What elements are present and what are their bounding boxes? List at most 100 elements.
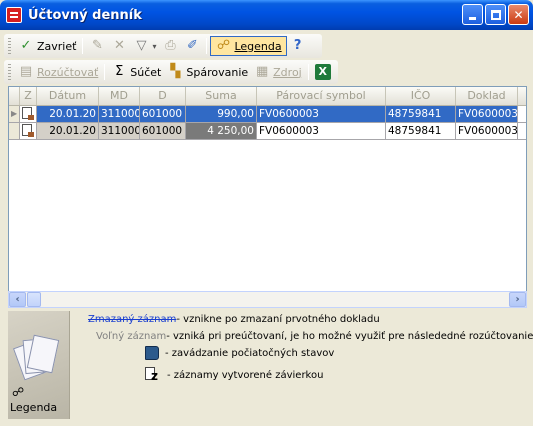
- closing-document-icon: z: [145, 367, 161, 383]
- row-status-cell: [20, 106, 37, 122]
- legend-panel: ☍ Legenda Zmazaný záznam - vznikne po zm…: [8, 311, 533, 419]
- legend-button[interactable]: ☍ Legenda: [210, 36, 287, 56]
- legend-initial-entry: - zavádzanie počiatočných stavov: [145, 346, 334, 360]
- filter-icon: ▽: [136, 38, 147, 53]
- checkmark-icon: ✓: [20, 38, 32, 53]
- book-icon: [145, 346, 159, 360]
- close-window-button[interactable]: ✕: [508, 4, 529, 25]
- sum-icon: Σ: [115, 64, 124, 79]
- cell-suma: 4 250,00: [186, 123, 257, 139]
- toolbar-separator: [307, 64, 309, 80]
- legend-label: Legenda: [234, 39, 282, 53]
- free-term: Voľný záznam: [96, 331, 167, 342]
- column-header-suma[interactable]: Suma: [186, 87, 257, 105]
- title-bar: Účtovný denník ✕: [0, 0, 533, 30]
- toolbar-separator: [82, 38, 84, 54]
- legend-sidebar-label: Legenda: [10, 401, 58, 414]
- cell-d: 601000: [140, 106, 186, 122]
- edit-icon: ✎: [92, 38, 103, 53]
- source-icon: ▦: [255, 64, 269, 79]
- cell-ico: 48759841: [386, 106, 456, 122]
- legend-small-icon: ☍: [12, 385, 25, 399]
- cell-md: 311000: [99, 123, 140, 139]
- deleted-term: Zmazaný záznam: [88, 314, 177, 325]
- pencil-icon: ✐: [187, 38, 198, 53]
- cell-ico: 48759841: [386, 123, 456, 139]
- window-title: Účtovný denník: [28, 7, 142, 23]
- cell-datum: 20.01.20: [37, 123, 99, 139]
- pairing-label: Spárovanie: [186, 65, 249, 79]
- pairing-button[interactable]: ▚ Spárovanie: [164, 62, 251, 82]
- minimize-button[interactable]: [462, 4, 483, 25]
- row-indicator-icon: ▶: [9, 106, 20, 122]
- cell-datum: 20.01.20: [37, 106, 99, 122]
- document-lock-icon: [22, 124, 34, 137]
- minimize-icon: [469, 17, 476, 20]
- split-button[interactable]: ▤ Rozúčtovať: [15, 62, 101, 82]
- maximize-icon: [490, 9, 501, 20]
- column-header-datum[interactable]: Dátum: [37, 87, 99, 105]
- row-indicator-header: [9, 87, 20, 105]
- chevron-down-icon: ▾: [152, 41, 157, 51]
- closing-description: - záznamy vytvorené závierkou: [167, 369, 324, 381]
- edit-button[interactable]: ✎: [86, 36, 108, 56]
- cell-doklad: FV0600003: [456, 123, 518, 139]
- pairing-icon: ▚: [170, 64, 181, 79]
- source-button[interactable]: ▦ Zdroj: [251, 62, 305, 82]
- column-header-md[interactable]: MD: [99, 87, 140, 105]
- cell-doklad: FV0600003: [456, 106, 518, 122]
- table-row[interactable]: 20.01.20 311000 601000 4 250,00 FV060000…: [9, 123, 526, 140]
- grid-header: Z Dátum MD D Suma Párovací symbol IČO Do…: [9, 87, 526, 106]
- window-icon: [6, 7, 22, 23]
- close-label: Zavrieť: [37, 39, 77, 53]
- sum-label: Súčet: [130, 65, 162, 79]
- legend-icon: ☍: [216, 38, 231, 53]
- sum-button[interactable]: Σ Súčet: [108, 62, 164, 82]
- pages-icon: [12, 334, 60, 381]
- toolbar-grip[interactable]: [8, 38, 11, 54]
- legend-free-entry: Voľný záznam - vzniká pri preúčtovaní, j…: [96, 331, 533, 342]
- legend-closing-entry: z - záznamy vytvorené závierkou: [145, 367, 323, 383]
- print-icon: ⎙: [165, 38, 176, 53]
- secondary-toolbar: ▤ Rozúčtovať Σ Súčet ▚ Spárovanie ▦ Zdro…: [4, 60, 338, 84]
- column-header-ico[interactable]: IČO: [386, 87, 456, 105]
- cell-md: 311000: [99, 106, 140, 122]
- delete-icon: ✕: [114, 38, 125, 53]
- cell-parovaci-symbol: FV0600003: [257, 106, 386, 122]
- chevron-left-icon: ‹: [15, 294, 20, 305]
- column-header-z[interactable]: Z: [20, 87, 37, 105]
- close-icon: ✕: [513, 7, 524, 22]
- horizontal-scrollbar[interactable]: ‹ ›: [8, 291, 527, 308]
- scroll-track[interactable]: [41, 292, 509, 307]
- main-toolbar: ✓ Zavrieť ✎ ✕ ▽ ▾ ⎙ ✐ ☍ Legenda ?: [4, 34, 322, 58]
- scroll-right-button[interactable]: ›: [509, 292, 526, 307]
- scroll-left-button[interactable]: ‹: [9, 292, 26, 307]
- row-status-cell: [20, 123, 37, 139]
- delete-button[interactable]: ✕: [108, 36, 130, 56]
- cell-parovaci-symbol: FV0600003: [257, 123, 386, 139]
- column-header-parovaci-symbol[interactable]: Párovací symbol: [257, 87, 386, 105]
- chevron-right-icon: ›: [515, 294, 520, 305]
- source-label: Zdroj: [273, 65, 302, 79]
- help-button[interactable]: ?: [287, 36, 309, 56]
- deleted-description: - vznikne po zmazaní prvotného dokladu: [176, 314, 380, 325]
- print-button[interactable]: ⎙: [159, 36, 181, 56]
- close-button[interactable]: ✓ Zavrieť: [15, 36, 79, 56]
- column-header-doklad[interactable]: Doklad: [456, 87, 518, 105]
- help-icon: ?: [293, 38, 302, 53]
- split-icon: ▤: [19, 64, 33, 79]
- window-controls: ✕: [462, 4, 529, 25]
- split-label: Rozúčtovať: [37, 65, 99, 79]
- legend-deleted-entry: Zmazaný záznam - vznikne po zmazaní prvo…: [88, 314, 380, 325]
- scroll-thumb[interactable]: [27, 292, 41, 307]
- excel-export-button[interactable]: X: [312, 62, 334, 82]
- table-row[interactable]: ▶ 20.01.20 311000 601000 990,00 FV060000…: [9, 106, 526, 123]
- journal-grid[interactable]: Z Dátum MD D Suma Párovací symbol IČO Do…: [8, 86, 527, 292]
- excel-icon: X: [314, 64, 331, 80]
- filter-button[interactable]: ▽ ▾: [130, 36, 159, 56]
- row-indicator: [9, 123, 20, 139]
- toolbar-grip[interactable]: [8, 64, 11, 80]
- maximize-button[interactable]: [485, 4, 506, 25]
- column-header-d[interactable]: D: [140, 87, 186, 105]
- pencil-button[interactable]: ✐: [181, 36, 203, 56]
